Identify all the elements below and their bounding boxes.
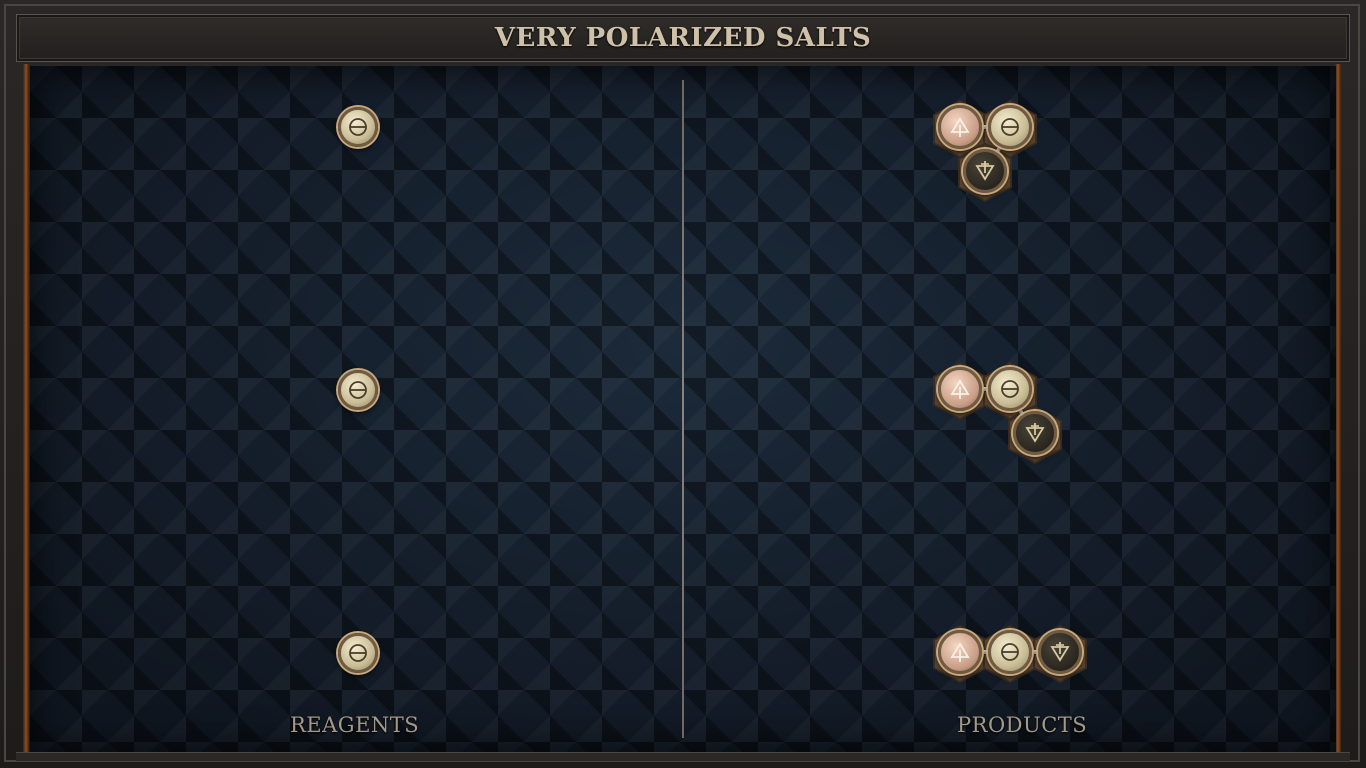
reagents-label: REAGENTS [290, 713, 420, 737]
mors-icon [1050, 642, 1070, 662]
vitae-icon [950, 642, 970, 662]
vitae-atom [938, 105, 982, 149]
salt-icon [349, 381, 367, 399]
reagent-salt-atom[interactable] [338, 370, 378, 410]
salt-icon [349, 118, 367, 136]
reagent-salt-atom[interactable] [338, 633, 378, 673]
mors-icon [975, 161, 995, 181]
reagent-salt-atom[interactable] [338, 107, 378, 147]
salt-icon [1001, 118, 1019, 136]
salt-icon [1001, 380, 1019, 398]
vitae-atom [938, 630, 982, 674]
salt-icon [1001, 643, 1019, 661]
vitae-icon [950, 117, 970, 137]
left-rail [23, 64, 29, 754]
products-label: PRODUCTS [957, 713, 1088, 737]
mors-icon [1025, 423, 1045, 443]
vitae-atom [938, 367, 982, 411]
salt-atom [988, 630, 1032, 674]
salt-atom [988, 105, 1032, 149]
puzzle-frame: VERY POLARIZED SALTS REAGENTS PRODUCTS [0, 0, 1366, 768]
section-divider [682, 80, 684, 738]
salt-icon [349, 644, 367, 662]
vitae-icon [950, 379, 970, 399]
salt-atom [988, 367, 1032, 411]
bottom-bar [16, 752, 1350, 761]
mors-atom [963, 149, 1007, 193]
puzzle-title: VERY POLARIZED SALTS [494, 23, 872, 53]
mors-atom [1038, 630, 1082, 674]
mors-atom [1013, 411, 1057, 455]
title-bar: VERY POLARIZED SALTS [16, 14, 1350, 62]
